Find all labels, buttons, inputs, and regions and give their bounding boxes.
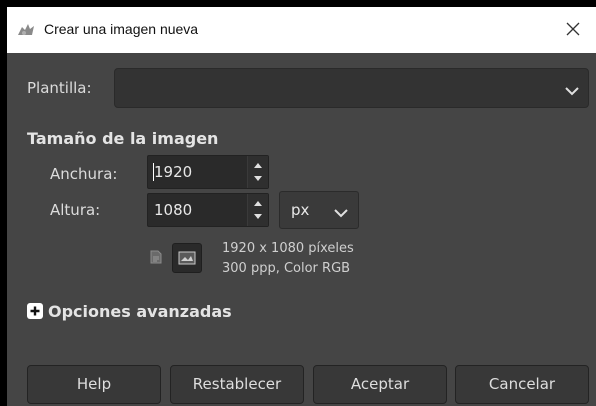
unit-select[interactable]: px bbox=[279, 191, 359, 229]
arrow-down-icon[interactable] bbox=[253, 175, 263, 183]
height-stepper[interactable] bbox=[247, 194, 268, 226]
dialog-title: Crear una imagen nueva bbox=[44, 21, 199, 37]
portrait-icon[interactable] bbox=[150, 249, 162, 268]
arrow-up-icon[interactable] bbox=[253, 161, 263, 169]
width-spinbutton[interactable]: 1920 bbox=[147, 155, 269, 189]
image-dimensions-info: 1920 x 1080 píxeles bbox=[222, 241, 354, 256]
unit-value: px bbox=[291, 201, 310, 219]
template-combo[interactable] bbox=[114, 68, 589, 108]
help-button[interactable]: Help bbox=[27, 365, 161, 404]
height-input[interactable]: 1080 bbox=[154, 201, 192, 219]
template-label: Plantilla: bbox=[27, 79, 92, 97]
arrow-up-icon[interactable] bbox=[253, 199, 263, 207]
reset-button[interactable]: Restablecer bbox=[170, 365, 304, 404]
height-spinbutton[interactable]: 1080 bbox=[147, 193, 269, 227]
new-image-dialog: Crear una imagen nueva Plantilla: Tamaño… bbox=[7, 7, 596, 406]
cancel-button[interactable]: Cancelar bbox=[455, 365, 589, 404]
width-stepper[interactable] bbox=[247, 156, 268, 188]
chevron-down-icon bbox=[334, 203, 348, 222]
height-label: Altura: bbox=[50, 201, 101, 219]
advanced-options-expander[interactable]: Opciones avanzadas bbox=[48, 302, 232, 321]
close-button[interactable] bbox=[550, 7, 596, 53]
expand-plus-icon[interactable] bbox=[27, 303, 43, 319]
image-resolution-info: 300 ppp, Color RGB bbox=[222, 261, 351, 276]
width-label: Anchura: bbox=[50, 165, 118, 183]
width-input[interactable]: 1920 bbox=[154, 163, 192, 181]
close-icon bbox=[566, 21, 580, 40]
chevron-down-icon bbox=[565, 81, 579, 100]
title-bar[interactable]: Crear una imagen nueva bbox=[7, 7, 596, 53]
arrow-down-icon[interactable] bbox=[253, 213, 263, 221]
image-size-heading: Tamaño de la imagen bbox=[27, 129, 219, 148]
landscape-icon[interactable] bbox=[172, 243, 202, 273]
gimp-wilber-icon bbox=[16, 21, 36, 39]
ok-button[interactable]: Aceptar bbox=[313, 365, 447, 404]
